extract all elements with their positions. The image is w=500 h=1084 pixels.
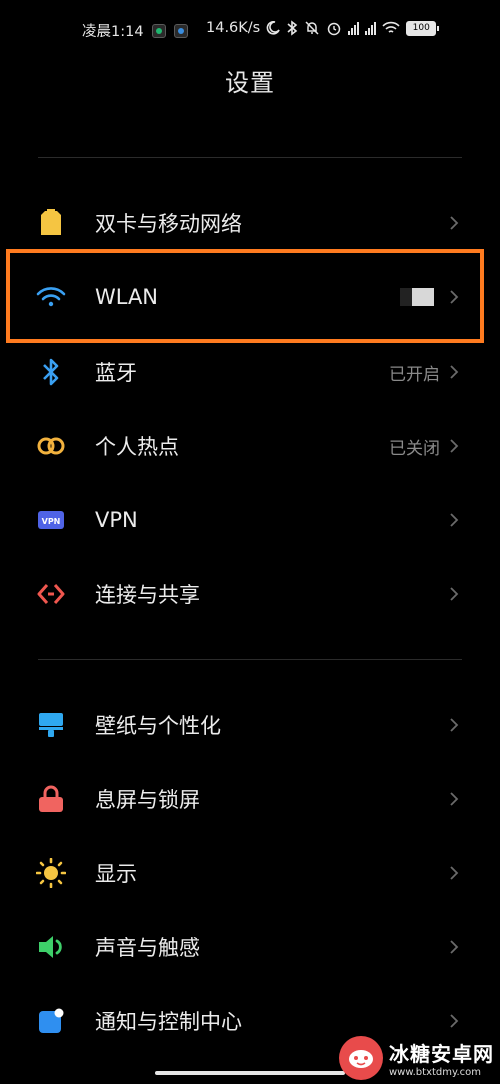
- section-divider: [38, 157, 462, 158]
- app-notification-icon: [151, 23, 166, 38]
- connection-share-icon: [36, 579, 66, 609]
- speaker-icon: [36, 932, 66, 962]
- alarm-icon: [327, 22, 341, 36]
- settings-item-label: 通知与控制中心: [95, 1010, 242, 1034]
- settings-item-lock-screen[interactable]: 息屏与锁屏: [0, 762, 500, 836]
- chevron-right-icon: [444, 510, 464, 530]
- settings-item-label: 显示: [95, 862, 137, 886]
- settings-item-hotspot[interactable]: 个人热点 已关闭: [0, 409, 500, 483]
- signal-hd-1-icon: [348, 21, 360, 35]
- status-time: 凌晨1:14: [82, 24, 144, 40]
- settings-item-bluetooth[interactable]: 蓝牙 已开启: [0, 335, 500, 409]
- vpn-icon: VPN: [36, 505, 66, 535]
- signal-hd-2-icon: [365, 21, 377, 35]
- battery-icon: 100: [406, 20, 440, 36]
- lock-icon: [36, 784, 66, 814]
- chevron-right-icon: [444, 715, 464, 735]
- chevron-right-icon: [444, 436, 464, 456]
- settings-item-label: 连接与共享: [95, 583, 200, 607]
- chevron-right-icon: [444, 213, 464, 233]
- settings-item-label: VPN: [95, 508, 138, 532]
- bluetooth-status-icon: [287, 20, 298, 36]
- hotspot-icon: [36, 431, 66, 461]
- wlan-highlight-box: [6, 249, 484, 343]
- settings-item-vpn[interactable]: VPN VPN: [0, 483, 500, 557]
- mute-bell-icon: [305, 21, 319, 35]
- network-speed: 14.6K/s: [206, 20, 261, 36]
- app-notification-icon-2: [173, 23, 188, 38]
- status-bar: 凌晨1:14 14.6K/s 100: [0, 14, 500, 44]
- hotspot-status-text: 已关闭: [389, 438, 440, 459]
- chevron-right-icon: [444, 1011, 464, 1031]
- watermark: 冰糖安卓网 www.btxtdmy.com: [339, 1036, 494, 1080]
- home-indicator[interactable]: [155, 1071, 345, 1075]
- settings-item-label: 壁纸与个性化: [95, 714, 221, 738]
- chevron-right-icon: [444, 584, 464, 604]
- chevron-right-icon: [444, 362, 464, 382]
- section-divider: [38, 659, 462, 660]
- sun-icon: [36, 858, 66, 888]
- settings-item-label: 息屏与锁屏: [95, 788, 200, 812]
- wallpaper-icon: [36, 710, 66, 740]
- bluetooth-icon: [36, 357, 66, 387]
- moon-icon: [266, 21, 280, 35]
- settings-item-connection-sharing[interactable]: 连接与共享: [0, 557, 500, 631]
- wifi-status-icon: [382, 21, 400, 33]
- settings-item-label: 声音与触感: [95, 936, 200, 960]
- chevron-right-icon: [444, 863, 464, 883]
- settings-item-display[interactable]: 显示: [0, 836, 500, 910]
- notification-icon: [36, 1006, 66, 1036]
- watermark-logo-icon: [339, 1036, 383, 1080]
- page-title: 设置: [225, 69, 275, 97]
- settings-item-wallpaper[interactable]: 壁纸与个性化: [0, 688, 500, 762]
- settings-item-label: 双卡与移动网络: [95, 212, 242, 236]
- settings-item-label: 个人热点: [95, 435, 179, 459]
- chevron-right-icon: [444, 937, 464, 957]
- sim-card-icon: [36, 208, 66, 238]
- watermark-url: www.btxtdmy.com: [389, 1067, 482, 1078]
- settings-item-sound[interactable]: 声音与触感: [0, 910, 500, 984]
- settings-item-label: 蓝牙: [95, 361, 137, 385]
- svg-text:VPN: VPN: [42, 517, 61, 526]
- chevron-right-icon: [444, 789, 464, 809]
- bluetooth-status-text: 已开启: [389, 364, 440, 385]
- watermark-text: 冰糖安卓网: [389, 1042, 494, 1066]
